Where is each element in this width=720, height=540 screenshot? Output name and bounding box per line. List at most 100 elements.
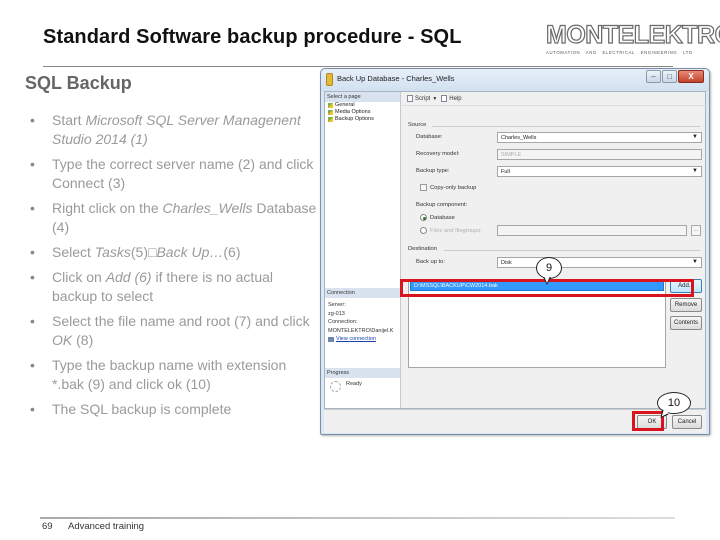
view-connection-link[interactable]: View connection [325,335,400,343]
chevron-down-icon: ▼ [692,168,698,174]
page-item-media-options[interactable]: Media Options [325,109,400,116]
page-number: 69 [42,521,53,532]
help-label: Help [449,95,462,102]
server-label: Server: [328,302,346,308]
progress-spinner-icon [330,381,341,392]
bullet-icon: • [30,244,35,260]
back-up-to-label: Back up to: [416,259,446,265]
dialog-title: Back Up Database - Charles_Wells [337,74,455,83]
bullet-icon: • [30,156,35,172]
progress-status: Ready [325,378,400,395]
instruction-list: • Start Microsoft SQL Server Managenent S… [30,111,320,425]
remove-button[interactable]: Remove [670,298,702,312]
source-group-label: Source [408,122,427,128]
instruction-emphasis: Tasks [94,244,131,260]
page-icon [328,117,333,122]
select-page-header: Select a page [325,92,400,102]
logo-tagline: AUTOMATION AND ELECTRICAL ENGINEERING LT… [546,50,693,55]
instruction-item: • Type the correct server name (2) and cl… [30,155,320,193]
backup-type-select[interactable]: Full ▼ [497,166,702,177]
company-logo: MONTELEKTRO AUTOMATION AND ELECTRICAL EN… [545,21,720,62]
progress-status-text: Ready [346,381,362,387]
instruction-text: (5)□ [130,244,157,260]
instruction-emphasis: OK [52,332,73,348]
source-divider [432,126,700,127]
instruction-item: • Click on Add (6) if there is no actual … [30,268,320,306]
instruction-emphasis: Back Up… [156,244,224,260]
backup-database-dialog: Back Up Database - Charles_Wells – □ X S… [320,68,710,435]
radio-files-label: Files and filegroups: [430,227,482,234]
bullet-icon: • [30,200,35,216]
instruction-item: • The SQL backup is complete [30,400,320,419]
maximize-button[interactable]: □ [662,70,677,83]
instruction-item: • Start Microsoft SQL Server Managenent S… [30,111,320,149]
bullet-icon: • [30,357,35,373]
script-button[interactable]: Script ▼ [407,95,437,102]
instruction-text: (8) [72,332,94,348]
database-icon [326,73,333,86]
instruction-text: Select the file name and root (7) and cl… [52,313,310,329]
progress-panel: Progress Ready [325,368,400,395]
script-icon [407,95,413,102]
help-icon [441,95,448,102]
radio-database[interactable]: Database [420,214,455,221]
footer-divider [40,517,675,519]
window-controls: – □ X [646,70,704,83]
instruction-text: Type the backup name with extension *.ba… [52,357,287,392]
view-connection-label: View connection [336,336,376,342]
instruction-item: • Select Tasks(5)□Back Up…(6) [30,243,320,262]
backup-component-label: Backup component: [416,202,468,208]
progress-header: Progress [325,368,400,378]
page-item-backup-options[interactable]: Backup Options [325,116,400,123]
logo-wordmark: MONTELEKTRO [545,21,720,49]
database-label: Database: [416,134,443,140]
back-up-to-value: Disk [501,260,512,266]
files-filegroups-field [497,225,687,236]
instruction-text: (6) [223,244,241,260]
contents-button[interactable]: Contents [670,316,702,330]
back-up-to-select[interactable]: Disk ▼ [497,257,702,268]
help-button[interactable]: Help [441,95,462,102]
dialog-sidebar: Select a page General Media Options Back… [325,92,401,408]
close-button[interactable]: X [678,70,704,83]
bullet-icon: • [30,112,35,128]
connection-value: MONTELEKTRO\Danijel.K [328,327,394,334]
slide-title: Standard Software backup procedure - SQL [43,26,462,48]
radio-files-and-filegroups[interactable]: Files and filegroups: [420,227,482,234]
database-select[interactable]: Charles_Wells ▼ [497,132,702,143]
checkbox-box [420,184,427,191]
backup-type-label: Backup type: [416,168,450,174]
instruction-text: Type the correct server name (2) and cli… [52,156,314,191]
copy-only-backup-checkbox[interactable]: Copy-only backup [420,184,476,191]
bullet-icon: • [30,269,35,285]
instruction-text: Click on [52,269,106,285]
instruction-emphasis: Charles_Wells [162,200,253,216]
minimize-button[interactable]: – [646,70,661,83]
dialog-titlebar[interactable]: Back Up Database - Charles_Wells – □ X [321,69,709,91]
instruction-item: • Right click on the Charles_Wells Databa… [30,199,320,237]
script-dropdown-icon[interactable]: ▼ [432,96,437,102]
chevron-down-icon: ▼ [692,134,698,140]
radio-unselected-icon [420,227,427,234]
connection-header: Connection [325,288,400,298]
radio-selected-icon [420,214,427,221]
footer-label: Advanced training [68,521,145,532]
recovery-model-value: SIMPLE [501,152,522,158]
backup-type-value: Full [501,169,510,175]
instruction-text: Right click on the [52,200,163,216]
server-value: zg-013 [328,310,345,317]
page-label: Backup Options [335,116,374,122]
page-item-general[interactable]: General [325,102,400,109]
destination-divider [444,250,700,251]
files-browse-button[interactable]: ... [691,225,701,236]
instruction-text: The SQL backup is complete [52,401,232,417]
cancel-button[interactable]: Cancel [672,415,702,429]
bullet-icon: • [30,401,35,417]
connection-label: Connection: [328,319,358,325]
dialog-toolbar: Script ▼ Help [402,92,706,106]
page-label: Media Options [335,109,371,115]
recovery-model-label: Recovery model: [416,151,460,157]
recovery-model-field: SIMPLE [497,149,702,160]
database-value: Charles_Wells [501,135,537,141]
instruction-text: Select [52,244,95,260]
